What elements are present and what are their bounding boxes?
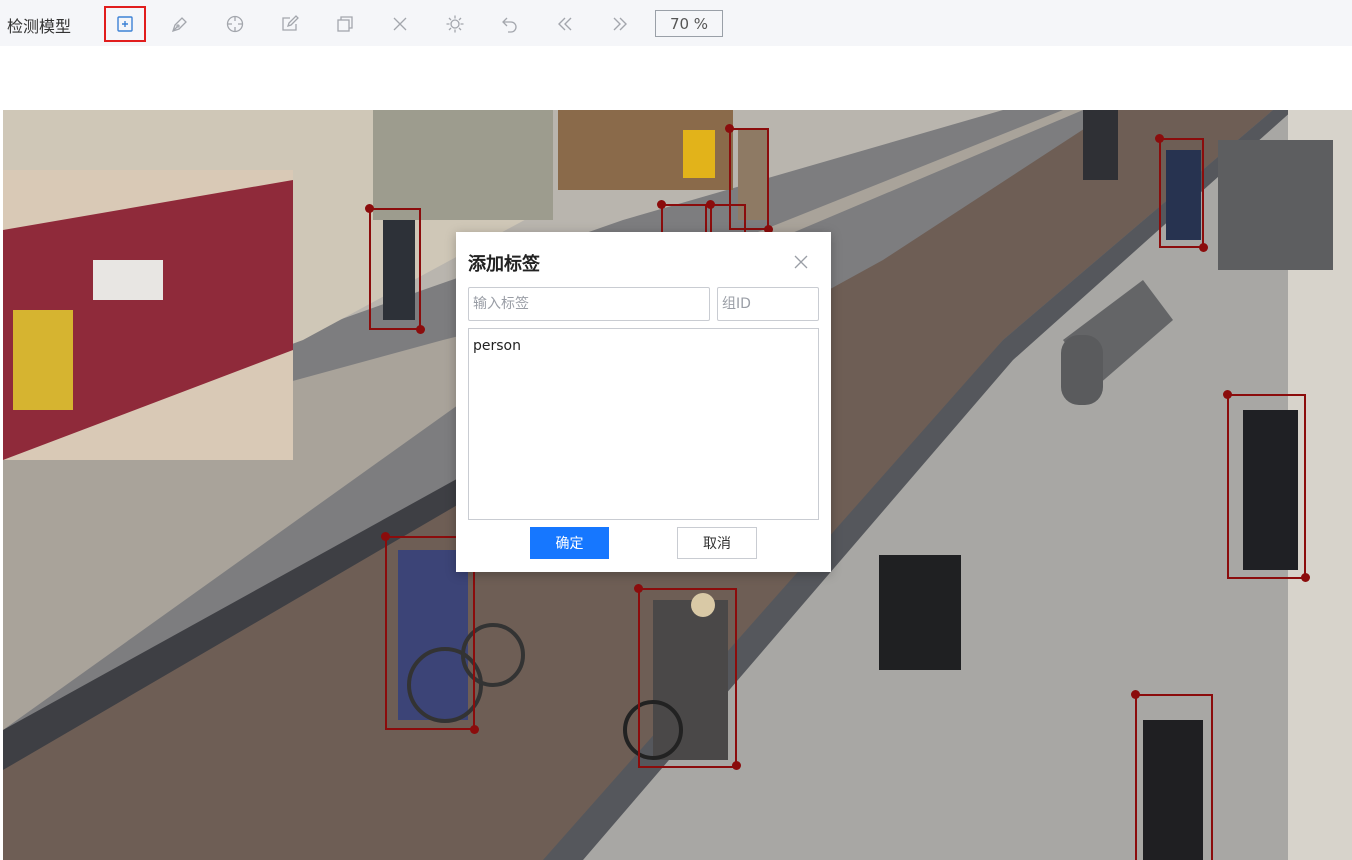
brightness-icon: [446, 15, 464, 33]
box-handle[interactable]: [732, 761, 741, 770]
annotation-box[interactable]: [638, 588, 737, 768]
box-handle[interactable]: [657, 200, 666, 209]
box-handle[interactable]: [1131, 690, 1140, 699]
confirm-button[interactable]: 确定: [530, 527, 609, 559]
copy-icon: [337, 16, 353, 32]
app-title: 检测模型: [7, 17, 72, 36]
next-icon: [613, 17, 627, 31]
previous-button[interactable]: [544, 6, 586, 42]
create-box-button[interactable]: [104, 6, 146, 42]
edit-button[interactable]: [269, 6, 311, 42]
box-handle[interactable]: [1199, 243, 1208, 252]
box-handle[interactable]: [470, 725, 479, 734]
cancel-button[interactable]: 取消: [677, 527, 757, 559]
annotation-box[interactable]: [1135, 694, 1213, 860]
box-handle[interactable]: [1155, 134, 1164, 143]
box-handle[interactable]: [634, 584, 643, 593]
pen-button[interactable]: [159, 6, 201, 42]
crosshair-icon: [226, 15, 244, 33]
box-handle[interactable]: [1223, 390, 1232, 399]
previous-icon: [558, 17, 572, 31]
box-handle[interactable]: [725, 124, 734, 133]
box-handle[interactable]: [365, 204, 374, 213]
zoom-level[interactable]: 70 %: [655, 10, 723, 37]
box-handle[interactable]: [416, 325, 425, 334]
add-label-dialog: 添加标签 person 确定 取消: [456, 232, 831, 572]
close-button[interactable]: [793, 254, 809, 270]
annotation-box[interactable]: [710, 204, 746, 234]
annotation-box[interactable]: [661, 204, 707, 234]
copy-button[interactable]: [324, 6, 366, 42]
label-list[interactable]: person: [468, 328, 819, 520]
box-handle[interactable]: [1301, 573, 1310, 582]
edit-icon: [282, 15, 299, 31]
next-button[interactable]: [599, 6, 641, 42]
list-item[interactable]: person: [473, 338, 521, 354]
undo-icon: [502, 17, 517, 33]
annotation-box[interactable]: [369, 208, 421, 330]
close-icon: [794, 255, 808, 269]
annotation-box[interactable]: [1227, 394, 1306, 579]
create-box-icon: [117, 16, 133, 32]
box-handle[interactable]: [381, 532, 390, 541]
label-input[interactable]: [468, 287, 710, 321]
crosshair-button[interactable]: [214, 6, 256, 42]
delete-button[interactable]: [379, 6, 421, 42]
brightness-button[interactable]: [434, 6, 476, 42]
group-id-input[interactable]: [717, 287, 819, 321]
delete-icon: [393, 17, 407, 31]
pen-icon: [171, 17, 187, 33]
undo-button[interactable]: [489, 6, 531, 42]
annotation-box[interactable]: [1159, 138, 1204, 248]
box-handle[interactable]: [706, 200, 715, 209]
dialog-title: 添加标签: [468, 254, 540, 275]
toolbar: 检测模型 70 %: [0, 0, 1352, 46]
